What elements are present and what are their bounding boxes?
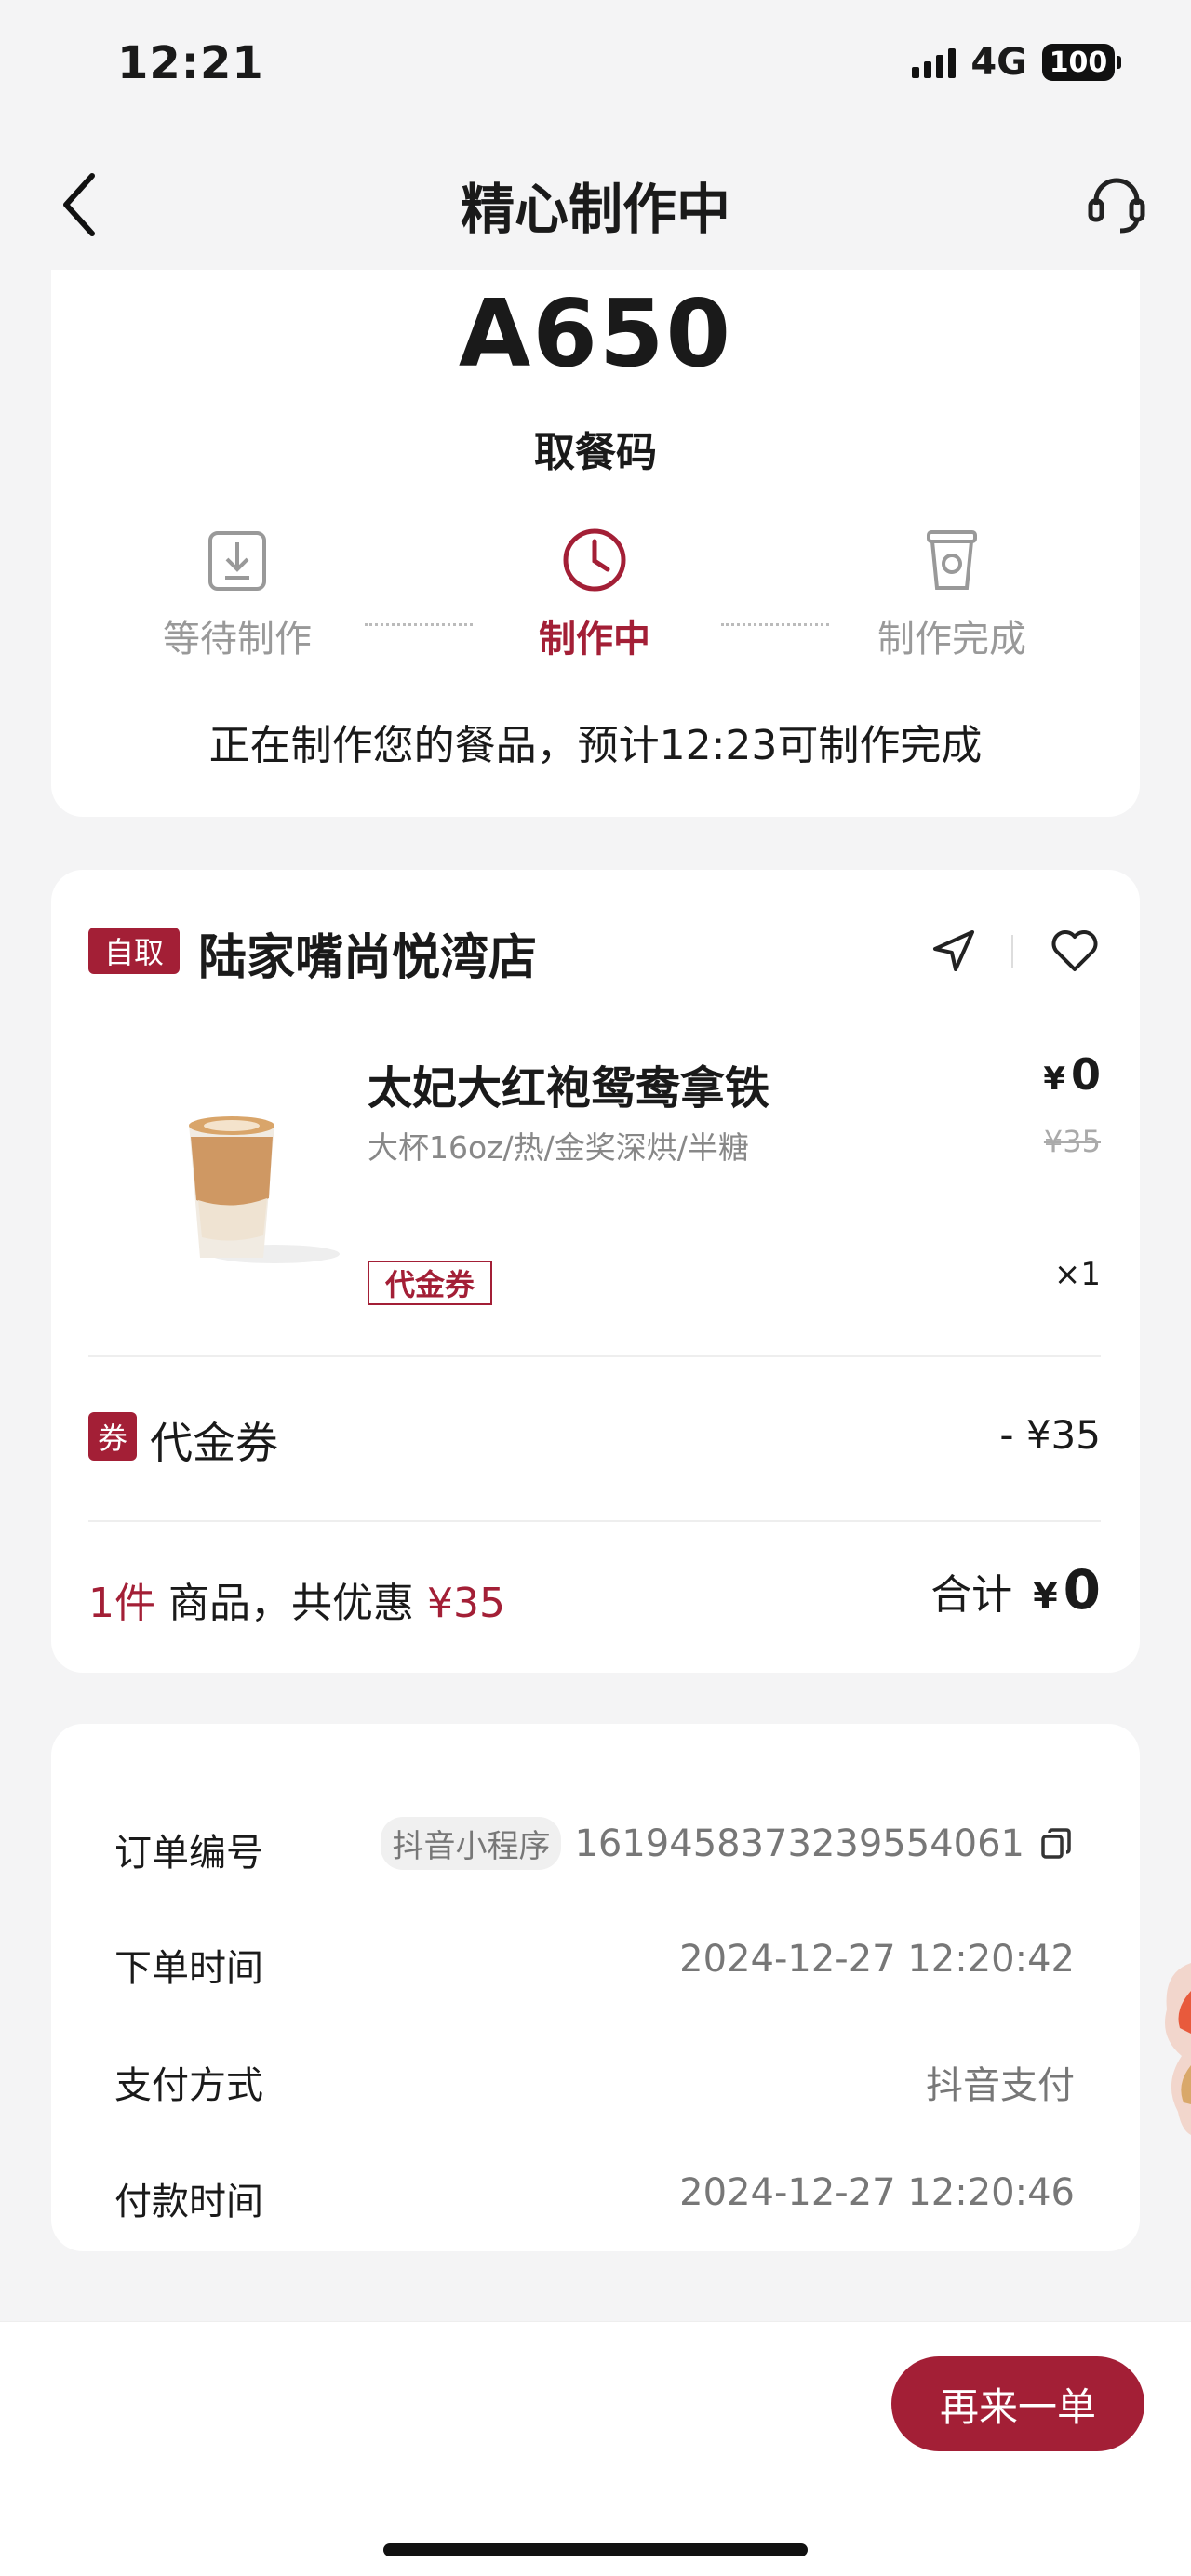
tray-download-icon (200, 523, 274, 597)
coffee-cup-icon (915, 523, 989, 597)
product-spec: 大杯16oz/热/金奖深烘/半糖 (368, 1129, 749, 1166)
order-total: 合计 ¥0 (930, 1558, 1101, 1622)
order-number-row: 订单编号 抖音小程序 1619458373239554061 (114, 1817, 1075, 1875)
summary-text: 商品，共优惠 (155, 1580, 427, 1627)
total-label: 合计 (930, 1571, 1013, 1619)
product-image (144, 1098, 349, 1275)
order-number-wrap: 抖音小程序 1619458373239554061 (381, 1817, 1075, 1870)
currency-symbol: ¥ (1043, 1061, 1065, 1098)
currency-symbol: ¥ (1033, 1576, 1058, 1617)
signal-icon (912, 47, 957, 78)
navigate-icon[interactable] (926, 923, 982, 979)
step-connector (721, 623, 829, 626)
pickup-code: A650 (458, 279, 733, 388)
progress-text: 正在制作您的餐品，预计12:23可制作完成 (208, 722, 983, 769)
step-waiting: 等待制作 (116, 523, 358, 662)
order-time-row: 下单时间 2024-12-27 12:20:42 (114, 1932, 1075, 1990)
pickup-type-tag: 自取 (88, 928, 180, 974)
divider (1011, 935, 1013, 968)
product-quantity: ×1 (1053, 1256, 1101, 1293)
bottom-action-bar: 再来一单 (0, 2321, 1191, 2576)
customer-service-icon[interactable] (1079, 167, 1154, 242)
divider (88, 1520, 1101, 1522)
payment-time-row: 付款时间 2024-12-27 12:20:46 (114, 2166, 1075, 2223)
order-time: 2024-12-27 12:20:42 (679, 1938, 1075, 1981)
step-waiting-label: 等待制作 (163, 618, 312, 661)
copy-icon[interactable] (1037, 1825, 1075, 1862)
clock-icon (557, 523, 632, 597)
payment-time-label: 付款时间 (114, 2181, 263, 2223)
network-type: 4G (970, 41, 1027, 84)
voucher-badge: 代金券 (368, 1261, 492, 1305)
order-number-label: 订单编号 (114, 1832, 263, 1875)
payment-time: 2024-12-27 12:20:46 (679, 2171, 1075, 2214)
favorite-icon[interactable] (1047, 923, 1103, 979)
step-done: 制作完成 (831, 523, 1073, 662)
product-price: ¥0 (1043, 1049, 1101, 1100)
payment-method: 抖音支付 (926, 2064, 1075, 2107)
step-done-label: 制作完成 (877, 618, 1026, 661)
coupon-tag: 券 (88, 1412, 137, 1461)
product-price-value: 0 (1070, 1049, 1101, 1100)
order-status-page: 12:21 4G 100 精心制作中 A650 取餐码 等待制作 制作中 制作完… (0, 0, 1191, 2576)
pickup-card: A650 取餐码 等待制作 制作中 制作完成 正在制作您的餐品，预计12:23可… (51, 233, 1140, 817)
order-number: 1619458373239554061 (574, 1822, 1024, 1865)
battery-icon: 100 (1042, 44, 1121, 81)
order-summary: 1件 商品，共优惠 ¥35 (88, 1569, 505, 1629)
store-name[interactable]: 陆家嘴尚悦湾店 (198, 918, 537, 988)
coupon-label: 代金券 (150, 1418, 278, 1468)
product-name: 太妃大红袍鸳鸯拿铁 (368, 1062, 770, 1114)
step-making-label: 制作中 (539, 618, 650, 661)
home-indicator (383, 2543, 808, 2556)
order-info-card: 订单编号 抖音小程序 1619458373239554061 下单时间 2024… (51, 1724, 1140, 2251)
floating-promo-icon[interactable] (1154, 1954, 1191, 2140)
status-time: 12:21 (117, 37, 264, 89)
battery-level: 100 (1049, 46, 1108, 79)
payment-method-row: 支付方式 抖音支付 (114, 2049, 1075, 2107)
step-making: 制作中 (474, 523, 716, 662)
item-count: 1件 (88, 1580, 155, 1627)
step-connector (365, 623, 473, 626)
total-amount: ¥0 (1033, 1558, 1101, 1622)
order-card: 自取 陆家嘴尚悦湾店 太妃大红袍鸳鸯拿铁 大杯16oz/热/金奖深烘/半糖 ¥0… (51, 870, 1140, 1673)
reorder-button[interactable]: 再来一单 (891, 2356, 1144, 2451)
product-original-price: ¥35 (1043, 1124, 1101, 1159)
nav-bar: 精心制作中 (0, 140, 1191, 270)
total-value: 0 (1063, 1558, 1101, 1622)
divider (88, 1355, 1101, 1357)
payment-method-label: 支付方式 (114, 2064, 263, 2107)
status-indicators: 4G 100 (912, 41, 1121, 84)
pickup-code-label: 取餐码 (534, 429, 657, 476)
discount-total: ¥35 (426, 1580, 505, 1627)
order-source-tag: 抖音小程序 (381, 1817, 562, 1870)
page-title: 精心制作中 (460, 178, 730, 241)
coupon-amount: - ¥35 (999, 1412, 1101, 1458)
order-time-label: 下单时间 (114, 1947, 263, 1990)
status-bar: 12:21 4G 100 (0, 0, 1191, 140)
